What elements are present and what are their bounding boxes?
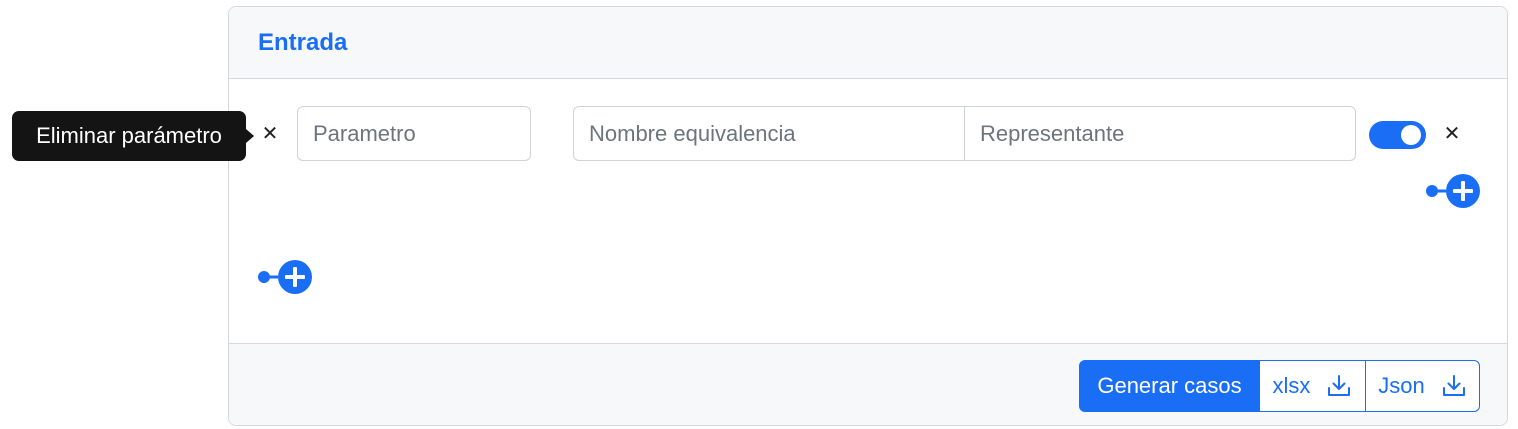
close-icon: ✕ (261, 123, 279, 145)
json-label: Json (1378, 373, 1425, 398)
generate-cases-button[interactable]: Generar casos (1079, 360, 1260, 412)
close-icon: ✕ (1443, 123, 1461, 145)
equivalence-valid-toggle[interactable] (1369, 121, 1426, 149)
representative-input[interactable] (964, 106, 1356, 161)
toggle-knob (1401, 125, 1421, 145)
plus-circle-icon (1426, 174, 1480, 208)
xlsx-label: xlsx (1272, 373, 1311, 398)
download-icon (1328, 375, 1351, 396)
tooltip-arrow (246, 129, 254, 143)
equivalence-input-group (573, 106, 1356, 161)
download-json-button[interactable]: Json (1365, 360, 1480, 412)
add-equivalence-button[interactable] (1424, 173, 1482, 211)
equivalence-name-input[interactable] (573, 106, 965, 161)
card-header: Entrada (229, 7, 1507, 79)
footer-button-group: Generar casos xlsx Json (1079, 360, 1480, 412)
download-icon (1442, 375, 1465, 396)
page: Entrada Eliminar parámetro ✕ ✕ (0, 0, 1518, 429)
remove-parameter-tooltip: Eliminar parámetro (12, 111, 246, 161)
add-parameter-button[interactable] (256, 259, 314, 297)
remove-equivalence-button[interactable]: ✕ (1440, 122, 1464, 146)
card-title: Entrada (258, 29, 348, 56)
remove-parameter-button[interactable]: ✕ (258, 122, 282, 146)
download-xlsx-button[interactable]: xlsx (1259, 360, 1366, 412)
plus-circle-icon (258, 260, 312, 294)
parameter-name-input[interactable] (297, 106, 531, 161)
